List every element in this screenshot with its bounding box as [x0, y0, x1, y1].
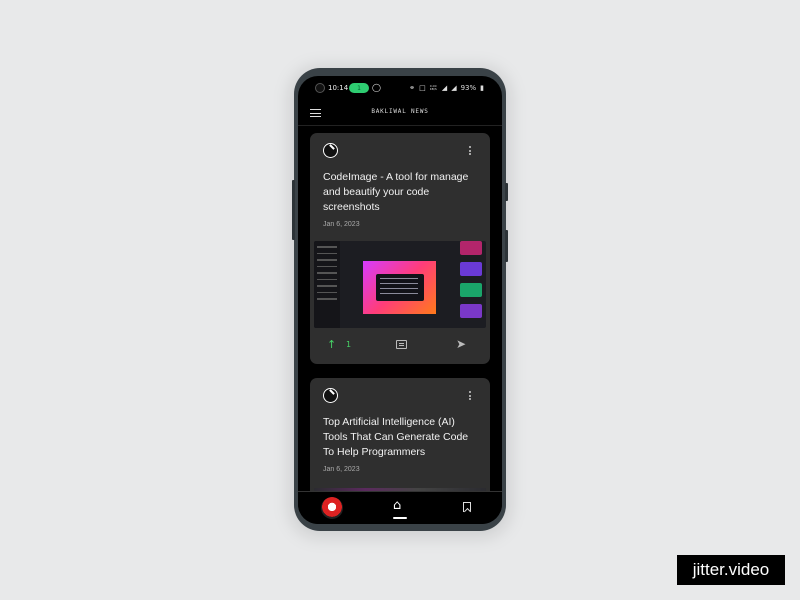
- side-key: [292, 180, 295, 240]
- more-options-icon[interactable]: [469, 391, 472, 402]
- bottom-navigation: ⌂: [298, 491, 502, 524]
- power-button: [505, 183, 508, 201]
- share-icon[interactable]: ➤: [456, 337, 466, 351]
- news-card[interactable]: CodeImage - A tool for manage and beauti…: [310, 133, 490, 364]
- vibrate-icon: □: [419, 84, 426, 92]
- card-actions: ↑ 1 ➤: [310, 333, 490, 357]
- card-thumbnail[interactable]: [314, 241, 486, 328]
- no-sim-icon: ◢: [451, 84, 457, 92]
- card-date: Jan 6, 2023: [323, 221, 360, 228]
- battery-label: 93%: [460, 84, 477, 92]
- camera-cutout: [315, 83, 325, 93]
- status-pill: 1: [349, 83, 369, 93]
- bookmark-icon[interactable]: [463, 502, 471, 512]
- comment-icon[interactable]: [396, 340, 407, 349]
- thumbnail-sidebar: [314, 241, 340, 328]
- signal-icon: ◢: [441, 84, 448, 92]
- active-tab-indicator: [393, 517, 407, 519]
- status-icons: ⚭ □ 0.00 KB/S ◢ ◢ 93% ▮: [409, 84, 484, 92]
- profile-avatar[interactable]: [321, 497, 343, 519]
- thumbnail-presets: [460, 241, 484, 328]
- network-speed-icon: 0.00 KB/S: [429, 84, 437, 91]
- thumbnail-code-window: [376, 274, 424, 301]
- card-title[interactable]: Top Artificial Intelligence (AI) Tools T…: [323, 415, 473, 460]
- volume-button: [505, 230, 508, 262]
- more-options-icon[interactable]: [469, 146, 472, 157]
- headphones-icon: ⚭: [409, 84, 416, 92]
- upvote-icon[interactable]: ↑: [327, 338, 336, 351]
- phone-screen: 10:14 1 ◯ ⚭ □ 0.00 KB/S ◢ ◢ 93% ▮ BAKLIW…: [298, 76, 502, 524]
- app-title: BAKLIWAL NEWS: [371, 108, 429, 115]
- status-time: 10:14: [328, 84, 349, 92]
- news-card[interactable]: Top Artificial Intelligence (AI) Tools T…: [310, 378, 490, 508]
- app-bar: BAKLIWAL NEWS: [298, 100, 502, 126]
- home-icon[interactable]: ⌂: [393, 498, 401, 513]
- card-title[interactable]: CodeImage - A tool for manage and beauti…: [323, 170, 473, 215]
- status-pill-label: 1: [357, 84, 361, 92]
- watermark-text: jitter.video: [692, 560, 770, 579]
- card-date: Jan 6, 2023: [323, 466, 360, 473]
- battery-icon: ▮: [480, 84, 484, 92]
- watermark: jitter.video: [677, 555, 785, 585]
- snapchat-icon: ◯: [372, 83, 381, 92]
- source-avatar-icon[interactable]: [323, 143, 338, 158]
- upvote-count: 1: [346, 340, 352, 349]
- status-bar: 10:14 1 ◯ ⚭ □ 0.00 KB/S ◢ ◢ 93% ▮: [298, 76, 502, 100]
- source-avatar-icon[interactable]: [323, 388, 338, 403]
